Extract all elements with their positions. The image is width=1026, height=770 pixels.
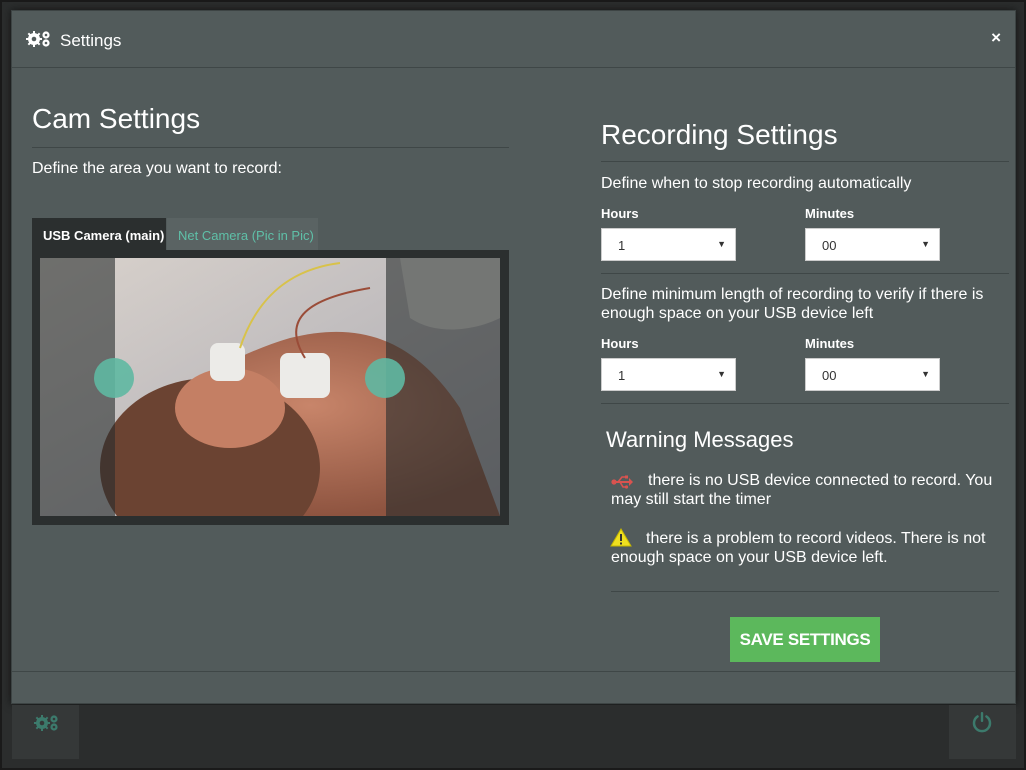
- gears-icon: [26, 31, 50, 47]
- min-hours-label: Hours: [601, 336, 639, 351]
- divider: [601, 161, 1009, 162]
- cam-settings-title: Cam Settings: [32, 103, 201, 134]
- toolbar-settings-button[interactable]: [12, 705, 79, 759]
- modal-header: Settings ×: [12, 11, 1015, 68]
- min-minutes-label: Minutes: [805, 336, 855, 351]
- camera-preview: [40, 258, 500, 516]
- tab-net-camera[interactable]: Net Camera (Pic in Pic): [167, 218, 318, 250]
- bottom-toolbar: [12, 705, 1016, 760]
- cam-area-label: Define the area you want to record:: [32, 160, 282, 177]
- chevron-down-icon: ▼: [717, 239, 726, 249]
- stop-hours-label: Hours: [601, 206, 639, 221]
- power-icon: [972, 712, 992, 733]
- stop-hours-select[interactable]: 1 ▼: [601, 228, 736, 261]
- crop-shade-right: [386, 258, 500, 516]
- stop-recording-label: Define when to stop recording automatica…: [601, 175, 912, 192]
- chevron-down-icon: ▼: [921, 239, 930, 249]
- camera-preview-frame: [32, 250, 509, 525]
- divider: [611, 591, 999, 592]
- min-hours-select[interactable]: 1 ▼: [601, 358, 736, 391]
- space-warning-text: there is a problem to record videos. The…: [611, 530, 986, 566]
- min-minutes-value: 00: [822, 368, 837, 383]
- stop-minutes-value: 00: [822, 238, 837, 253]
- modal-title: Settings: [60, 31, 122, 50]
- usb-warning-text: there is no USB device connected to reco…: [611, 472, 993, 508]
- tab-usb-camera[interactable]: USB Camera (main): [32, 218, 166, 250]
- modal-footer-divider: [12, 671, 1015, 672]
- recording-settings-title: Recording Settings: [601, 119, 838, 150]
- chevron-down-icon: ▼: [717, 369, 726, 379]
- stop-minutes-select[interactable]: 00 ▼: [805, 228, 940, 261]
- min-length-label: Define minimum length of recording to ve…: [601, 286, 984, 322]
- divider: [32, 147, 509, 148]
- settings-modal: Settings × Cam Settings Define the area …: [11, 10, 1016, 704]
- divider: [601, 403, 1009, 404]
- save-settings-button[interactable]: SAVE SETTINGS: [730, 617, 880, 662]
- min-hours-value: 1: [618, 368, 626, 383]
- cam-settings-section: Cam Settings Define the area you want to…: [32, 103, 509, 178]
- crop-handle-left[interactable]: [94, 358, 134, 398]
- gears-icon: [34, 715, 58, 731]
- min-minutes-select[interactable]: 00 ▼: [805, 358, 940, 391]
- close-icon[interactable]: ×: [991, 28, 1001, 48]
- chevron-down-icon: ▼: [921, 369, 930, 379]
- crop-handle-right[interactable]: [365, 358, 405, 398]
- stop-hours-value: 1: [618, 238, 626, 253]
- warning-messages-title: Warning Messages: [606, 427, 794, 452]
- recording-settings-section: Recording Settings: [601, 119, 1009, 151]
- divider: [601, 273, 1009, 274]
- stop-minutes-label: Minutes: [805, 206, 855, 221]
- toolbar-power-button[interactable]: [949, 705, 1016, 759]
